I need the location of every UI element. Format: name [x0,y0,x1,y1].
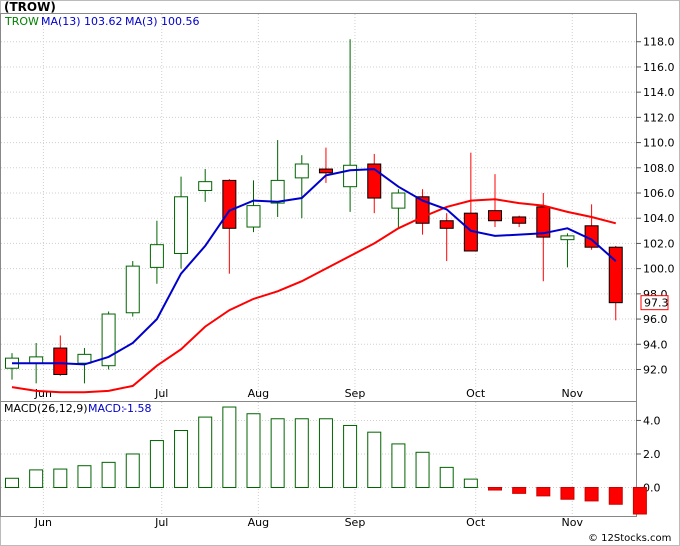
candle-body [343,164,358,188]
month-label: Nov [562,387,584,400]
legend-ma13-label: MA(13) [41,15,81,28]
macd-panel: 0.02.04.0 MACD(26,12,9) MACD: -1.58 [0,401,661,517]
candle-body [270,179,285,204]
price-panel: 92.094.096.098.0100.0102.0104.0106.0108.… [0,13,675,402]
macd-bar [149,440,164,489]
price-tick-label: 118.0 [643,36,675,49]
macd-bar [439,466,454,489]
chart-title: (TROW) [4,0,56,14]
macd-bar [174,430,189,488]
candle-body [512,216,527,224]
month-label: Nov [562,516,584,529]
candle-body [391,192,406,209]
price-tick-label: 116.0 [643,61,675,74]
macd-bar [343,424,358,488]
price-tick-label: 94.0 [643,338,668,351]
candle-body [149,244,164,268]
macd-bar [632,487,647,515]
macd-bar [488,487,502,491]
price-tick-label: 110.0 [643,137,675,150]
macd-bar [270,418,285,488]
price-tick-label: 92.0 [643,363,668,376]
candle-body [222,179,237,229]
month-label: Aug [248,387,269,400]
macd-bar [294,418,309,488]
price-legend: TROW MA(13) 103.62 MA(3) 100.56 [4,15,200,28]
macd-bar [560,487,575,500]
candle-body [246,205,261,228]
legend-ma13-value: 103.62 [84,15,123,28]
price-tick-label: 96.0 [643,313,668,326]
macd-bar [608,487,623,505]
candle-body [608,246,623,304]
month-label: Jul [154,387,168,400]
macd-panel-frame [0,401,637,517]
legend-macd-params: MACD(26,12,9) [4,402,88,415]
candle [125,261,140,317]
macd-bar [463,478,478,488]
candle-body [198,181,213,191]
macd-bar [29,469,44,489]
macd-bar [415,451,430,489]
candle [101,311,116,370]
candle-body [318,168,333,174]
macd-bar [101,461,116,488]
macd-bar [536,487,551,497]
watermark: © 12Stocks.com [588,533,671,544]
price-tick-label: 106.0 [643,187,675,200]
macd-legend: MACD(26,12,9) MACD: -1.58 [4,402,151,415]
candle-body [439,220,454,229]
macd-bar [512,487,527,494]
macd-bar [584,487,599,502]
month-label: Jun [34,516,52,529]
macd-bar [318,418,333,488]
legend-macd-value: -1.58 [123,402,151,415]
legend-macd-label: MACD: [88,402,125,415]
last-price-marker: 97.3 [640,295,669,311]
candle-body [77,353,92,364]
candle-body [125,265,140,314]
price-tick-label: 114.0 [643,86,675,99]
candle-body [488,210,502,222]
macd-bar [53,468,68,489]
legend-ma3-label: MA(3) [125,15,158,28]
month-label: Aug [248,516,269,529]
macd-bar [125,453,140,488]
macd-bar [198,416,213,488]
macd-bar [391,443,406,489]
month-label: Jul [154,516,168,529]
price-tick-label: 102.0 [643,237,675,250]
month-label: Sep [345,387,366,400]
last-price-label: 97.3 [644,297,669,310]
month-label: Oct [466,387,486,400]
candle-body [174,196,189,255]
price-tick-label: 108.0 [643,162,675,175]
macd-bar [246,413,261,488]
macd-tick-label: 2.0 [643,448,661,461]
legend-symbol: TROW [4,15,39,28]
month-label: Jun [34,387,52,400]
candle-body [53,347,68,376]
price-tick-label: 104.0 [643,212,675,225]
month-label: Sep [345,516,366,529]
macd-tick-label: 4.0 [643,414,661,427]
macd-bar [77,465,92,488]
candle-body [294,163,309,179]
price-tick-label: 112.0 [643,111,675,124]
legend-ma3-value: 100.56 [161,15,200,28]
macd-bar [367,431,382,489]
candle-body [560,235,575,241]
price-tick-label: 100.0 [643,263,675,276]
macd-bar [222,406,237,489]
macd-bar [5,477,19,489]
month-label: Oct [466,516,486,529]
stock-chart: 92.094.096.098.0100.0102.0104.0106.0108.… [0,0,680,546]
